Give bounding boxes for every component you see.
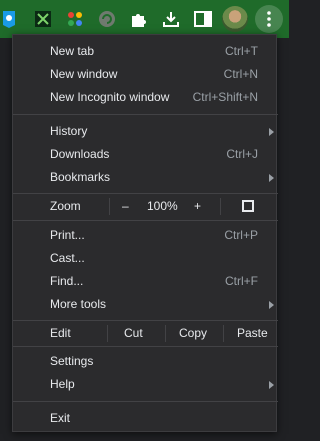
menu-item-label: Bookmarks [50,170,111,184]
menu-item-label: Exit [50,411,71,425]
edit-divider [107,325,108,342]
menu-zoom-row: Zoom – 100% + [13,195,278,218]
menu-item-label: History [50,124,88,138]
menu-divider [13,320,278,321]
menu-item-history[interactable]: History [13,120,278,143]
edit-label: Edit [50,326,71,340]
edit-divider [223,325,224,342]
menu-divider [13,114,278,115]
menu-item-label: New tab [50,44,95,58]
zoom-level: 100% [147,199,178,213]
submenu-arrow-icon [269,174,274,182]
menu-item-settings[interactable]: Settings [13,350,278,373]
extension-blue-icon[interactable] [0,7,21,31]
menu-item-label: Settings [50,354,94,368]
copy-button[interactable]: Copy [179,326,207,340]
menu-item-help[interactable]: Help [13,373,278,396]
profile-avatar[interactable] [222,6,248,32]
menu-item-label: Find... [50,274,84,288]
zoom-out-button[interactable]: – [122,199,129,213]
menu-item-more-tools[interactable]: More tools [13,293,278,316]
extension-x-icon[interactable] [31,7,55,31]
menu-item-shortcut: Ctrl+P [224,228,258,242]
menu-item-new-incognito-window[interactable]: New Incognito window Ctrl+Shift+N [13,86,278,109]
menu-item-shortcut: Ctrl+T [225,44,258,58]
menu-divider [13,220,278,221]
menu-item-bookmarks[interactable]: Bookmarks [13,166,278,189]
menu-item-label: More tools [50,297,107,311]
download-icon[interactable] [159,7,183,31]
chrome-main-menu: New tab Ctrl+T New window Ctrl+N New Inc… [12,34,278,432]
menu-item-new-tab[interactable]: New tab Ctrl+T [13,40,278,63]
menu-item-shortcut: Ctrl+F [225,274,258,288]
fullscreen-icon[interactable] [242,200,254,212]
menu-item-label: Cast... [50,251,85,265]
submenu-arrow-icon [269,381,274,389]
menu-item-label: Print... [50,228,85,242]
submenu-arrow-icon [269,128,274,136]
extension-refresh-icon[interactable] [95,7,119,31]
chrome-menu-button[interactable] [255,5,283,33]
menu-item-label: Help [50,377,75,391]
menu-item-shortcut: Ctrl+J [226,147,258,161]
menu-item-label: Downloads [50,147,110,161]
paste-button[interactable]: Paste [237,326,268,340]
menu-item-downloads[interactable]: Downloads Ctrl+J [13,143,278,166]
submenu-arrow-icon [269,301,274,309]
cut-button[interactable]: Cut [124,326,143,340]
menu-item-new-window[interactable]: New window Ctrl+N [13,63,278,86]
extensions-puzzle-icon[interactable] [127,7,151,31]
zoom-divider [220,198,221,215]
menu-item-shortcut: Ctrl+Shift+N [192,90,258,104]
menu-item-print[interactable]: Print... Ctrl+P [13,224,278,247]
menu-item-exit[interactable]: Exit [13,407,278,430]
menu-divider [13,401,278,402]
zoom-in-button[interactable]: + [194,199,201,213]
menu-divider [13,346,278,347]
menu-item-label: New window [50,67,118,81]
edit-divider [165,325,166,342]
menu-edit-row: Edit Cut Copy Paste [13,322,278,345]
menu-item-label: New Incognito window [50,90,170,104]
zoom-label: Zoom [50,199,81,213]
side-panel-icon[interactable] [191,7,215,31]
menu-divider [13,193,278,194]
browser-toolbar [0,0,289,38]
zoom-divider [109,198,110,215]
menu-item-find[interactable]: Find... Ctrl+F [13,270,278,293]
extension-dots-icon[interactable] [63,7,87,31]
menu-item-cast[interactable]: Cast... [13,247,278,270]
menu-item-shortcut: Ctrl+N [223,67,258,81]
